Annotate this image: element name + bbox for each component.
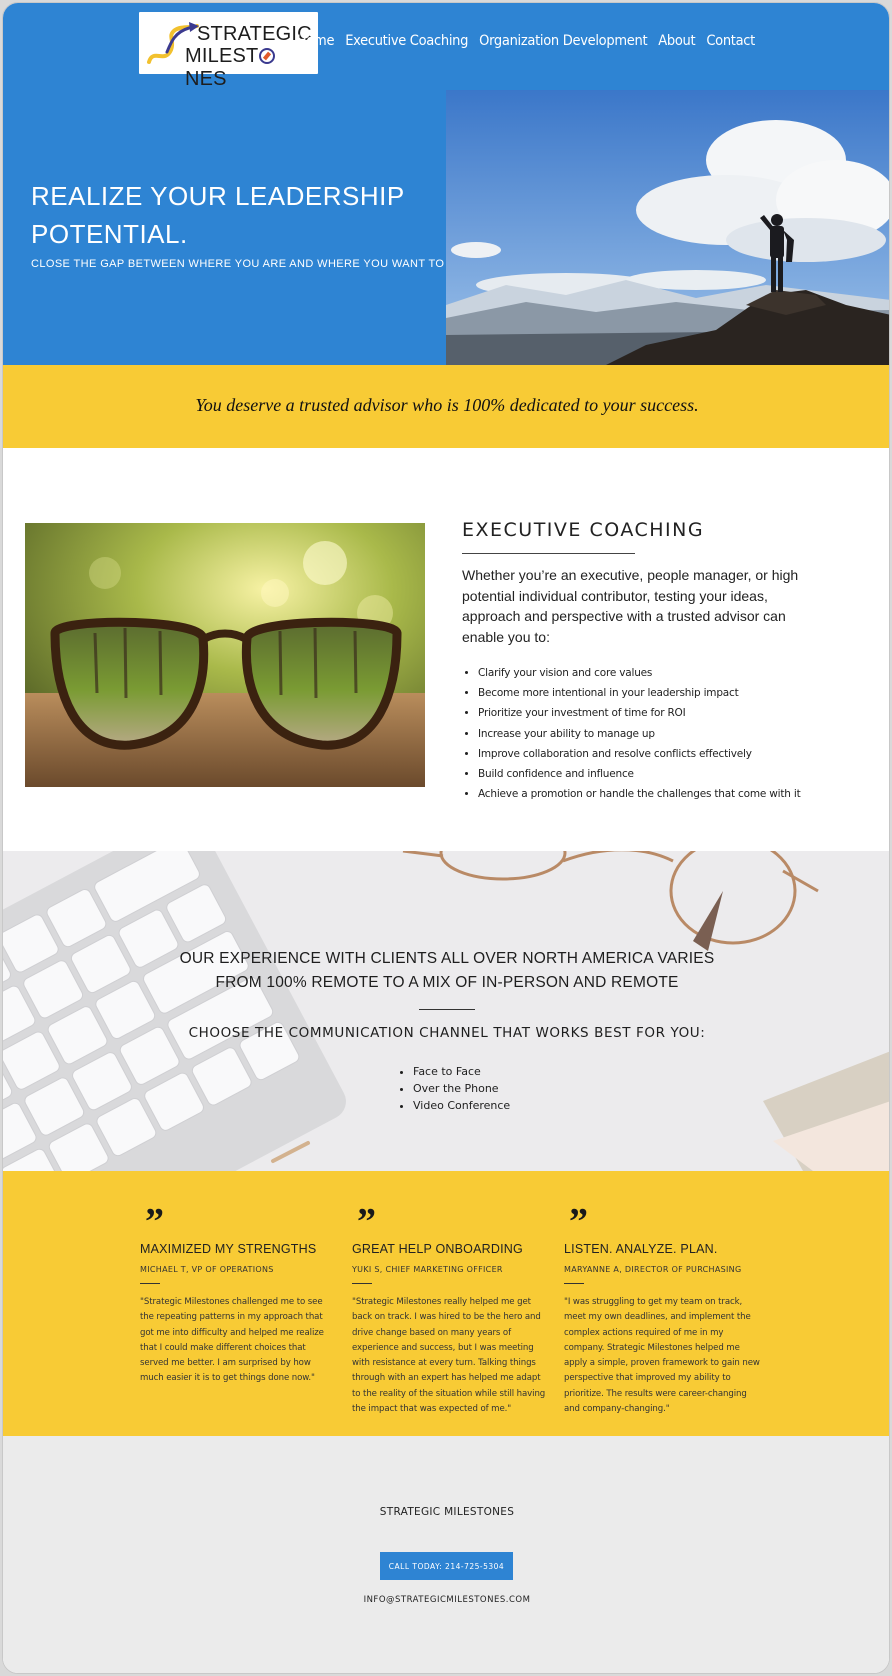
nav-executive-coaching[interactable]: Executive Coaching: [345, 33, 468, 49]
quote-icon: ”: [145, 1201, 164, 1243]
keyboard-background-image: [3, 851, 889, 1171]
list-item: Increase your ability to manage up: [478, 724, 878, 744]
coaching-intro: Whether you’re an executive, people mana…: [462, 567, 799, 645]
list-item: Improve collaboration and resolve confli…: [478, 744, 878, 764]
footer-email-link[interactable]: INFO@STRATEGICMILESTONES.COM: [3, 1595, 889, 1605]
quote-icon: ”: [569, 1201, 588, 1243]
testimonial-text: "Strategic Milestones really helped me g…: [352, 1297, 546, 1415]
testimonial-author: MICHAEL T, VP OF OPERATIONS: [140, 1265, 274, 1274]
footer: STRATEGIC MILESTONES CALL TODAY: 214-725…: [3, 1436, 889, 1673]
nav-home[interactable]: Home: [297, 33, 335, 49]
hero-image: [446, 90, 889, 365]
eyeglasses-image: [25, 523, 425, 787]
experience-section: OUR EXPERIENCE WITH CLIENTS ALL OVER NOR…: [3, 851, 889, 1171]
testimonial-title: GREAT HELP ONBOARDING: [352, 1242, 523, 1256]
list-item: Become more intentional in your leadersh…: [478, 683, 878, 703]
testimonial-text: "Strategic Milestones challenged me to s…: [140, 1297, 324, 1384]
list-item: Video Conference: [413, 1097, 510, 1114]
list-item: Achieve a promotion or handle the challe…: [478, 784, 878, 804]
list-item: Face to Face: [413, 1063, 510, 1080]
coaching-divider: [462, 553, 635, 554]
testimonial-title: LISTEN. ANALYZE. PLAN.: [564, 1242, 718, 1256]
logo-text-line2: MILEST NES: [185, 45, 318, 91]
nav-about[interactable]: About: [658, 33, 695, 49]
list-item: Clarify your vision and core values: [478, 663, 878, 683]
hero-section: STRATEGIC MILEST NES Home Executive Coach…: [3, 3, 889, 365]
list-item: Over the Phone: [413, 1080, 510, 1097]
testimonial-author: YUKI S, CHIEF MARKETING OFFICER: [352, 1265, 503, 1274]
experience-subtitle: CHOOSE THE COMMUNICATION CHANNEL THAT WO…: [188, 1025, 706, 1041]
testimonial-divider: [564, 1283, 584, 1284]
channels-list: Face to Face Over the Phone Video Confer…: [413, 1063, 510, 1114]
list-item: Prioritize your investment of time for R…: [478, 703, 878, 723]
list-item: Build confidence and influence: [478, 764, 878, 784]
experience-title: OUR EXPERIENCE WITH CLIENTS ALL OVER NOR…: [179, 950, 715, 991]
testimonials-section: ” MAXIMIZED MY STRENGTHS MICHAEL T, VP O…: [3, 1171, 889, 1436]
logo-text-line1: STRATEGIC: [197, 23, 312, 45]
tagline-band: You deserve a trusted advisor who is 100…: [3, 365, 889, 448]
testimonial-author: MARYANNE A, DIRECTOR OF PURCHASING: [564, 1265, 742, 1274]
coaching-title: EXECUTIVE COACHING: [462, 519, 705, 541]
site-logo[interactable]: STRATEGIC MILEST NES: [139, 12, 318, 90]
nav-organization-development[interactable]: Organization Development: [479, 33, 647, 49]
testimonial-divider: [140, 1283, 160, 1284]
page: STRATEGIC MILEST NES Home Executive Coach…: [2, 2, 890, 1674]
experience-divider: [419, 1009, 475, 1010]
quote-icon: ”: [357, 1201, 376, 1243]
coaching-benefits-list: Clarify your vision and core values Beco…: [478, 663, 878, 804]
footer-company-name: STRATEGIC MILESTONES: [379, 1506, 515, 1518]
nav-contact[interactable]: Contact: [706, 33, 755, 49]
testimonial-divider: [352, 1283, 372, 1284]
testimonial-title: MAXIMIZED MY STRENGTHS: [140, 1242, 317, 1256]
compass-icon: [259, 48, 276, 64]
hero-title: REALIZE YOUR LEADERSHIP POTENTIAL.: [31, 181, 405, 249]
main-nav: Home Executive Coaching Organization Dev…: [297, 33, 755, 49]
tagline-text: You deserve a trusted advisor who is 100…: [195, 395, 699, 415]
call-today-button[interactable]: CALL TODAY: 214-725-5304: [380, 1552, 513, 1580]
testimonial-text: "I was struggling to get my team on trac…: [564, 1297, 760, 1415]
hero-subtitle: CLOSE THE GAP BETWEEN WHERE YOU ARE AND …: [31, 258, 464, 270]
